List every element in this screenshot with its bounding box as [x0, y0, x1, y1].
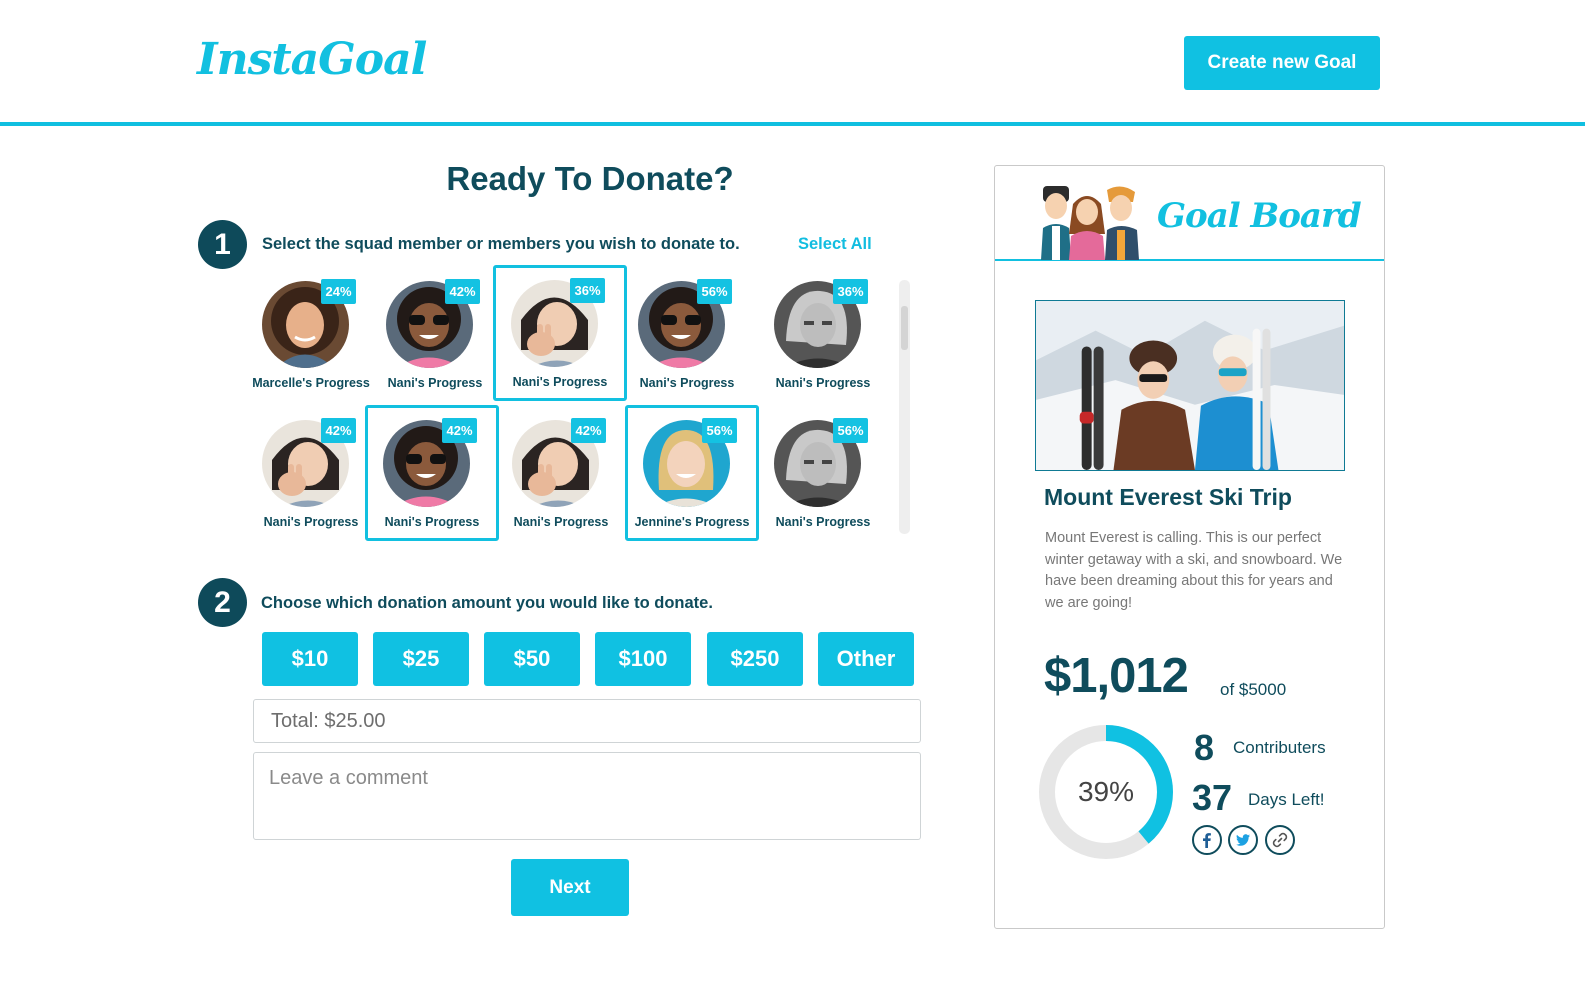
contributors-count: 8: [1194, 727, 1215, 768]
amount-250-button[interactable]: $250: [707, 632, 803, 686]
page-title: Ready To Donate?: [446, 160, 734, 197]
member-name: Jennine's Progress: [634, 515, 750, 529]
days-left-label: Days Left!: [1248, 790, 1325, 809]
next-button[interactable]: Next: [511, 859, 629, 916]
member-name: Marcelle's Progress: [252, 376, 370, 390]
days-left-count: 37: [1192, 777, 1233, 818]
member-card[interactable]: 56% Nani's Progress: [620, 266, 754, 402]
step-1-badge: 1: [198, 220, 247, 269]
member-card[interactable]: 42% Nani's Progress: [368, 266, 502, 402]
ski-trip-photo-icon: [1036, 301, 1344, 470]
twitter-share-button[interactable]: [1228, 825, 1258, 855]
comment-field[interactable]: [253, 752, 921, 840]
member-name: Nani's Progress: [512, 375, 608, 389]
create-new-goal-button[interactable]: Create new Goal: [1184, 36, 1380, 90]
member-card[interactable]: 56% Nani's Progress: [756, 405, 890, 541]
progress-badge: 36%: [570, 278, 605, 303]
progress-badge: 42%: [445, 279, 480, 304]
progress-badge: 36%: [833, 279, 868, 304]
member-card[interactable]: 42% Nani's Progress: [494, 405, 628, 541]
twitter-icon: [1236, 834, 1250, 846]
goal-photo: [1035, 300, 1345, 471]
copy-link-button[interactable]: [1265, 825, 1295, 855]
select-all-link[interactable]: Select All: [798, 235, 872, 254]
amount-other-button[interactable]: Other: [818, 632, 914, 686]
progress-badge: 24%: [321, 279, 356, 304]
facebook-share-button[interactable]: [1192, 825, 1222, 855]
progress-percent: 39%: [1077, 776, 1135, 807]
goal-description: Mount Everest is calling. This is our pe…: [1045, 530, 1343, 611]
member-card[interactable]: 56% Jennine's Progress: [625, 405, 759, 541]
amount-10-button[interactable]: $10: [262, 632, 358, 686]
goal-title: Mount Everest Ski Trip: [1044, 484, 1292, 510]
step-2-badge: 2: [198, 578, 247, 627]
progress-badge: 56%: [833, 418, 868, 443]
step-1-instructions: Select the squad member or members you w…: [262, 235, 740, 253]
instagoal-logo[interactable]: InstaGoal: [197, 34, 427, 85]
progress-badge: 42%: [442, 418, 477, 443]
progress-badge: 56%: [697, 279, 732, 304]
top-header: InstaGoal Create new Goal: [0, 0, 1585, 126]
step-2-instructions: Choose which donation amount you would l…: [261, 594, 713, 612]
member-name: Nani's Progress: [263, 515, 359, 529]
member-list-scrollbar[interactable]: [899, 280, 910, 534]
progress-badge: 56%: [702, 418, 737, 443]
amount-100-button[interactable]: $100: [595, 632, 691, 686]
member-card[interactable]: 42% Nani's Progress: [244, 405, 378, 541]
total-field[interactable]: [253, 699, 921, 743]
facebook-icon: [1203, 833, 1211, 848]
amount-50-button[interactable]: $50: [484, 632, 580, 686]
progress-badge: 42%: [321, 418, 356, 443]
member-card[interactable]: 24% Marcelle's Progress: [244, 266, 378, 402]
goal-board-header: Goal Board: [995, 166, 1384, 261]
member-card[interactable]: 36% Nani's Progress: [493, 265, 627, 401]
amount-25-button[interactable]: $25: [373, 632, 469, 686]
squad-member-grid: 24% Marcelle's Progress 42% Nani's Progr…: [244, 265, 895, 562]
goal-board-title: Goal Board: [1157, 196, 1362, 236]
member-name: Nani's Progress: [384, 515, 480, 529]
member-name: Nani's Progress: [387, 376, 483, 390]
member-name: Nani's Progress: [775, 515, 871, 529]
goal-target: of $5000: [1220, 680, 1287, 699]
member-name: Nani's Progress: [639, 376, 735, 390]
goal-board-card: Goal Board Mount Everest Ski Trip Mount …: [994, 165, 1385, 929]
progress-badge: 42%: [571, 418, 606, 443]
member-name: Nani's Progress: [513, 515, 609, 529]
member-card[interactable]: 42% Nani's Progress: [365, 405, 499, 541]
amount-raised: $1,012: [1044, 649, 1189, 703]
member-name: Nani's Progress: [775, 376, 871, 390]
contributors-label: Contributers: [1233, 738, 1326, 757]
member-card[interactable]: 36% Nani's Progress: [756, 266, 890, 402]
scrollbar-thumb[interactable]: [901, 306, 908, 350]
link-icon: [1272, 832, 1288, 848]
squad-illustration-icon: [1041, 186, 1139, 260]
